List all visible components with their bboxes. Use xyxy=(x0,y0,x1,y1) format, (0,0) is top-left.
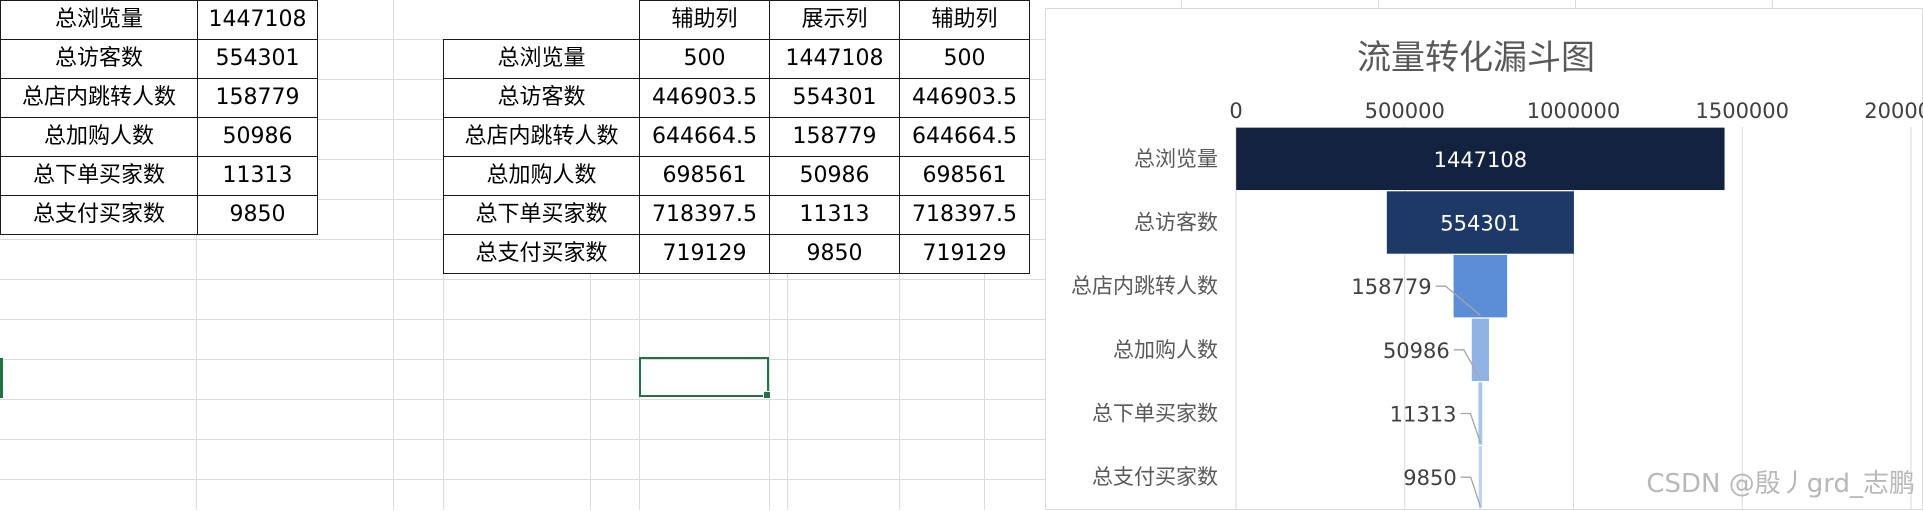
row-label-cell[interactable]: 总下单买家数 xyxy=(443,195,640,235)
table-row: 总加购人数 698561 50986 698561 xyxy=(443,156,1030,196)
summary-table: 总浏览量 1447108 总访客数 554301 总店内跳转人数 158779 总加购人数 5… xyxy=(0,0,318,235)
table-row: 总支付买家数 719129 9850 719129 xyxy=(443,234,1030,274)
funnel-helper-table: 辅助列 展示列 辅助列 总浏览量 500 1447108 500 总访客数 446903.… xyxy=(443,0,1030,274)
aux-value-cell[interactable]: 446903.5 xyxy=(639,78,770,118)
leader-line xyxy=(1460,476,1481,507)
table-row: 总店内跳转人数 158779 xyxy=(0,78,318,118)
display-value-cell[interactable]: 158779 xyxy=(769,117,900,157)
row-label-cell[interactable]: 总下单买家数 xyxy=(0,156,198,196)
category-label: 总下单买家数 xyxy=(1092,402,1218,426)
aux-value-cell[interactable]: 698561 xyxy=(899,156,1030,196)
aux-value-cell[interactable]: 446903.5 xyxy=(899,78,1030,118)
row-label-cell[interactable]: 总浏览量 xyxy=(443,39,640,79)
row-value-cell[interactable]: 9850 xyxy=(197,195,318,235)
header-aux-column-1[interactable]: 辅助列 xyxy=(639,0,770,40)
display-value-cell[interactable]: 50986 xyxy=(769,156,900,196)
x-tick-label: 1000000 xyxy=(1527,99,1621,123)
leader-line xyxy=(1460,412,1481,443)
header-display-column[interactable]: 展示列 xyxy=(769,0,900,40)
row-label-cell[interactable]: 总店内跳转人数 xyxy=(0,78,198,118)
x-tick-label: 2000000 xyxy=(1864,99,1923,123)
row-label-cell[interactable]: 总浏览量 xyxy=(0,0,198,40)
table-row: 总访客数 446903.5 554301 446903.5 xyxy=(443,78,1030,118)
row-label-cell[interactable]: 总访客数 xyxy=(0,39,198,79)
funnel-bar[interactable] xyxy=(1478,445,1483,509)
aux-value-cell[interactable]: 500 xyxy=(899,39,1030,79)
aux-value-cell[interactable]: 719129 xyxy=(899,234,1030,274)
funnel-bar[interactable] xyxy=(1453,254,1508,318)
table-row: 总浏览量 500 1447108 500 xyxy=(443,39,1030,79)
category-label: 总支付买家数 xyxy=(1092,465,1218,489)
table-row: 总店内跳转人数 644664.5 158779 644664.5 xyxy=(443,117,1030,157)
data-label: 1447108 xyxy=(1434,148,1528,172)
aux-value-cell[interactable]: 698561 xyxy=(639,156,770,196)
display-value-cell[interactable]: 9850 xyxy=(769,234,900,274)
chart-title: 流量转化漏斗图 xyxy=(1357,38,1595,78)
table-row: 总下单买家数 11313 xyxy=(0,156,318,196)
aux-value-cell[interactable]: 644664.5 xyxy=(639,117,770,157)
category-label: 总加购人数 xyxy=(1113,338,1218,362)
category-label: 总店内跳转人数 xyxy=(1071,274,1218,298)
aux-value-cell[interactable]: 644664.5 xyxy=(899,117,1030,157)
data-label: 9850 xyxy=(1403,466,1456,490)
row-value-cell[interactable]: 11313 xyxy=(197,156,318,196)
row-value-cell[interactable]: 1447108 xyxy=(197,0,318,40)
funnel-bar[interactable] xyxy=(1478,382,1483,445)
data-label: 11313 xyxy=(1390,403,1457,427)
row-label-cell[interactable]: 总支付买家数 xyxy=(443,234,640,274)
row-label-cell[interactable]: 总支付买家数 xyxy=(0,195,198,235)
table-header-row: 辅助列 展示列 辅助列 xyxy=(443,0,1030,40)
funnel-chart-svg: 流量转化漏斗图 0 500000 1000000 1500000 2000000 总浏览量… xyxy=(1071,38,1923,509)
funnel-chart[interactable]: 流量转化漏斗图 0 500000 1000000 1500000 2000000 总浏览量… xyxy=(1045,8,1923,510)
display-value-cell[interactable]: 11313 xyxy=(769,195,900,235)
table-row: 总访客数 554301 xyxy=(0,39,318,79)
active-row-marker xyxy=(0,358,3,398)
table-row: 总加购人数 50986 xyxy=(0,117,318,157)
aux-value-cell[interactable]: 718397.5 xyxy=(639,195,770,235)
row-label-cell[interactable]: 总访客数 xyxy=(443,78,640,118)
watermark: CSDN @殷丿grd_志鹏 xyxy=(1646,469,1915,499)
category-label: 总浏览量 xyxy=(1134,147,1218,171)
aux-value-cell[interactable]: 500 xyxy=(639,39,770,79)
row-value-cell[interactable]: 554301 xyxy=(197,39,318,79)
x-tick-label: 0 xyxy=(1229,99,1242,123)
category-label: 总访客数 xyxy=(1134,211,1218,235)
x-tick-label: 500000 xyxy=(1365,99,1445,123)
row-label-cell[interactable]: 总加购人数 xyxy=(0,117,198,157)
selected-cell[interactable] xyxy=(639,357,771,399)
display-value-cell[interactable]: 554301 xyxy=(769,78,900,118)
x-tick-label: 1500000 xyxy=(1695,99,1789,123)
data-label: 158779 xyxy=(1351,275,1431,299)
row-value-cell[interactable]: 50986 xyxy=(197,117,318,157)
table-row: 总支付买家数 9850 xyxy=(0,195,318,235)
table-row: 总浏览量 1447108 xyxy=(0,0,318,40)
fill-handle[interactable] xyxy=(763,391,771,399)
data-label: 554301 xyxy=(1440,212,1520,236)
row-label-cell[interactable]: 总店内跳转人数 xyxy=(443,117,640,157)
row-value-cell[interactable]: 158779 xyxy=(197,78,318,118)
row-label-cell[interactable]: 总加购人数 xyxy=(443,156,640,196)
header-aux-column-2[interactable]: 辅助列 xyxy=(899,0,1030,40)
table-row: 总下单买家数 718397.5 11313 718397.5 xyxy=(443,195,1030,235)
display-value-cell[interactable]: 1447108 xyxy=(769,39,900,79)
data-label: 50986 xyxy=(1383,339,1450,363)
funnel-bar[interactable] xyxy=(1471,318,1489,382)
aux-value-cell[interactable]: 718397.5 xyxy=(899,195,1030,235)
aux-value-cell[interactable]: 719129 xyxy=(639,234,770,274)
header-cell-empty[interactable] xyxy=(443,0,640,40)
